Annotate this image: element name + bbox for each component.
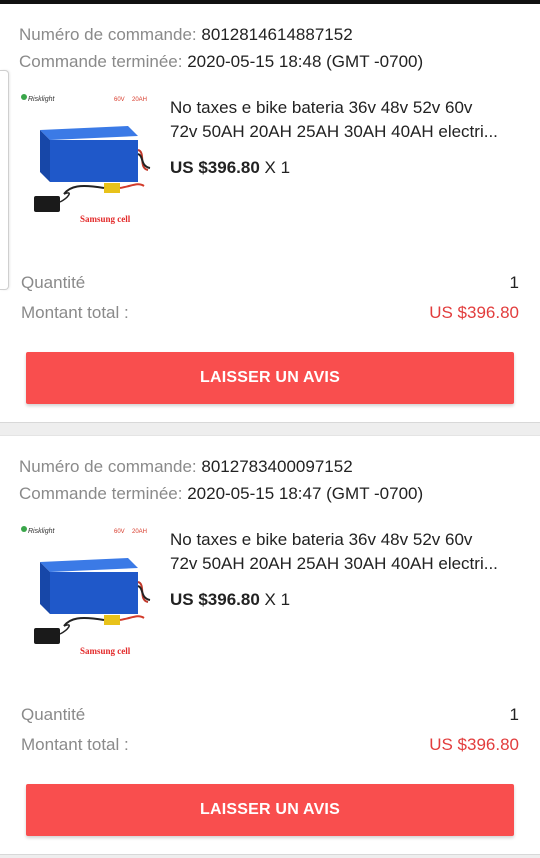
svg-text:Samsung cell: Samsung cell [80, 646, 131, 656]
total-label: Montant total : [21, 735, 129, 754]
product-title-line-2: 72v 50AH 20AH 25AH 30AH 40AH electri... [170, 122, 498, 141]
price-row: US $396.80 X 1 [170, 157, 290, 179]
order-number: 8012783400097152 [201, 457, 353, 476]
bottom-separator [0, 854, 540, 858]
total-amount: US $396.80 [429, 303, 519, 322]
price-row: US $396.80 X 1 [170, 589, 290, 611]
battery-product-illustration: Risklight 60V 20AH Samsung cell [21, 94, 151, 224]
product-title[interactable]: No taxes e bike bateria 36v 48v 52v 60v … [170, 528, 522, 576]
svg-text:60V: 60V [114, 97, 125, 103]
unit-price: US $396.80 [170, 590, 260, 609]
svg-text:Risklight: Risklight [28, 96, 56, 103]
order-number-line: Numéro de commande: 8012814614887152 [19, 24, 353, 46]
svg-text:Samsung cell: Samsung cell [80, 214, 131, 224]
quantity-value: 1 [509, 273, 519, 292]
quantity-label: Quantité [21, 273, 86, 292]
svg-text:20AH: 20AH [132, 97, 147, 103]
order-number-label: Numéro de commande: [19, 457, 197, 476]
svg-text:Risklight: Risklight [28, 528, 56, 535]
unit-price: US $396.80 [170, 158, 260, 177]
product-image[interactable]: Risklight 60V 20AH Samsung cell [20, 90, 154, 224]
product-title-line-1: No taxes e bike bateria 36v 48v 52v 60v [170, 530, 473, 549]
product-title-line-1: No taxes e bike bateria 36v 48v 52v 60v [170, 98, 473, 117]
quantity-label: Quantité [21, 705, 86, 724]
product-image[interactable]: Risklight 60V 20AH Samsung cell [20, 522, 154, 656]
qty-multiplier: X 1 [264, 158, 291, 177]
side-drawer-edge[interactable] [0, 70, 9, 290]
completed-date: 2020-05-15 18:47 (GMT -0700) [187, 484, 424, 503]
card-separator [0, 422, 540, 436]
completed-label: Commande terminée: [19, 484, 183, 503]
product-title[interactable]: No taxes e bike bateria 36v 48v 52v 60v … [170, 96, 522, 144]
order-number-line: Numéro de commande: 8012783400097152 [19, 456, 353, 478]
total-amount: US $396.80 [429, 735, 519, 754]
quantity-value: 1 [509, 705, 519, 724]
completed-label: Commande terminée: [19, 52, 183, 71]
product-title-line-2: 72v 50AH 20AH 25AH 30AH 40AH electri... [170, 554, 498, 573]
svg-text:60V: 60V [114, 529, 125, 535]
order-completed-line: Commande terminée: 2020-05-15 18:47 (GMT… [19, 483, 423, 505]
order-number: 8012814614887152 [201, 25, 353, 44]
leave-review-button[interactable]: LAISSER UN AVIS [26, 352, 514, 404]
order-number-label: Numéro de commande: [19, 25, 197, 44]
completed-date: 2020-05-15 18:48 (GMT -0700) [187, 52, 424, 71]
qty-multiplier: X 1 [264, 590, 291, 609]
total-label: Montant total : [21, 303, 129, 322]
leave-review-button[interactable]: LAISSER UN AVIS [26, 784, 514, 836]
order-completed-line: Commande terminée: 2020-05-15 18:48 (GMT… [19, 51, 423, 73]
battery-product-illustration: Risklight 60V 20AH Samsung cell [21, 526, 151, 656]
svg-text:20AH: 20AH [132, 529, 147, 535]
order-card: Numéro de commande: 8012783400097152 Com… [0, 436, 540, 854]
order-card: Numéro de commande: 8012814614887152 Com… [0, 4, 540, 422]
